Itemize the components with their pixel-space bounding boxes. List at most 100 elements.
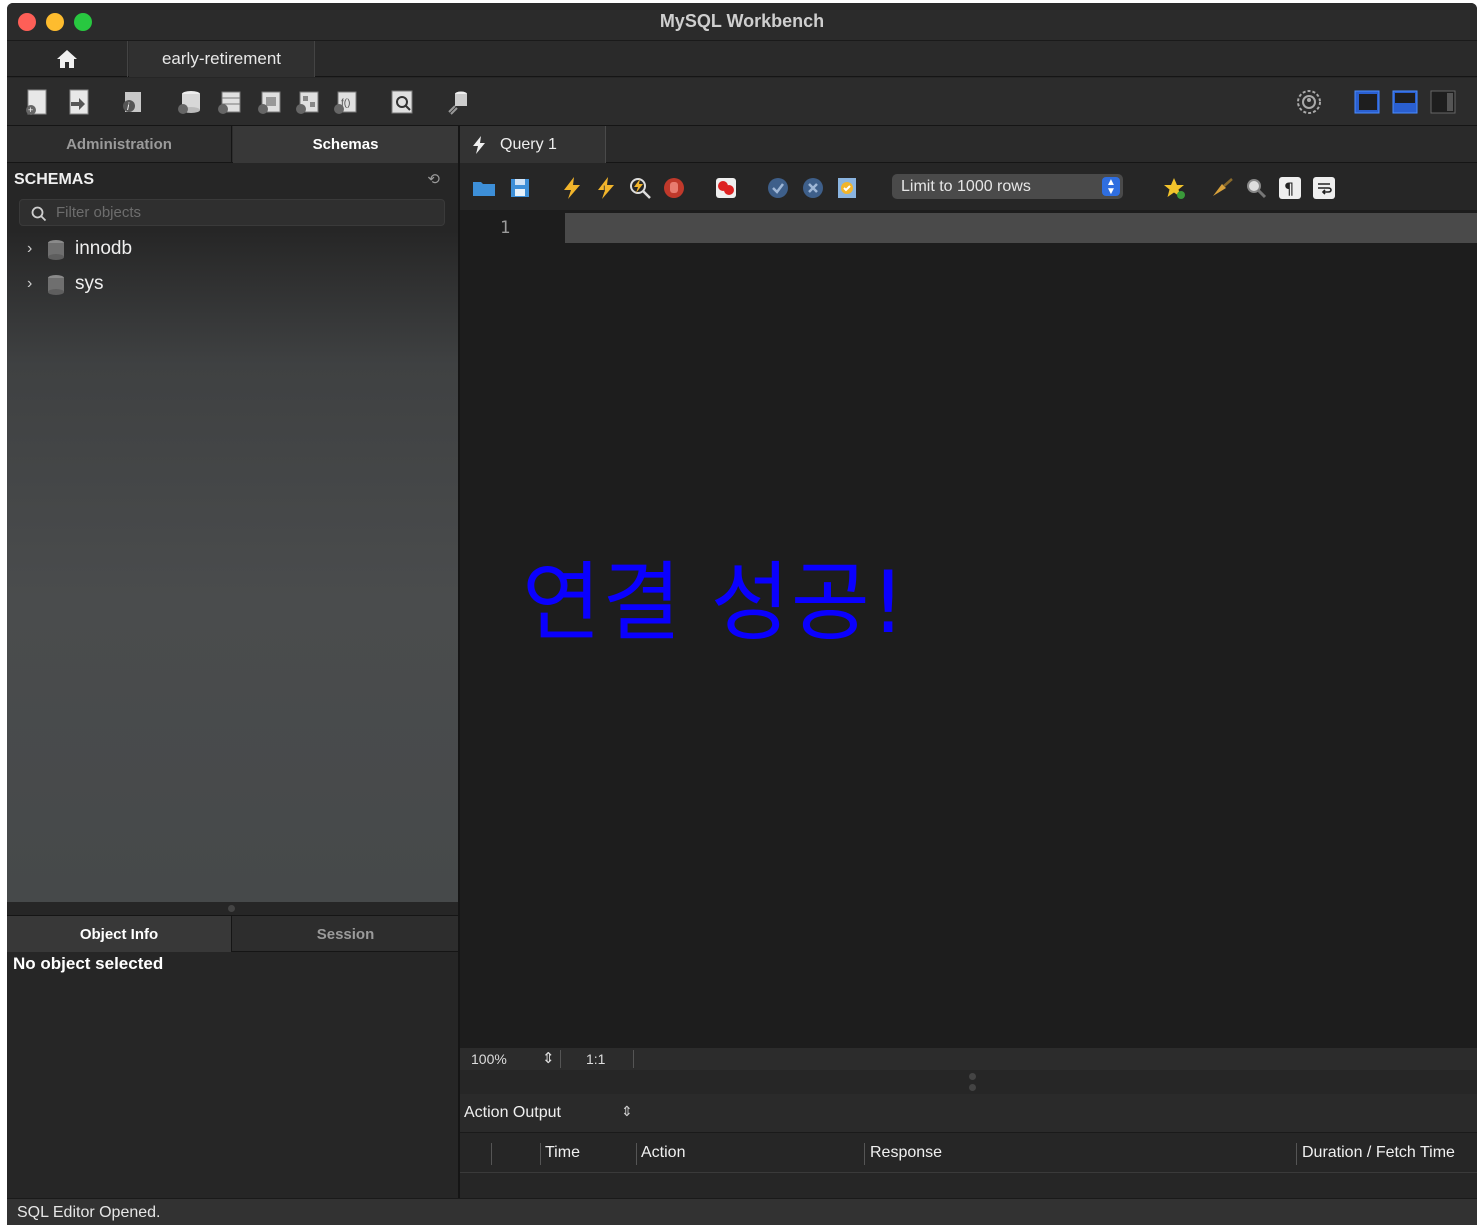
- title-bar: MySQL Workbench: [7, 3, 1477, 41]
- search-icon: [31, 206, 47, 222]
- commit-icon[interactable]: [766, 176, 790, 200]
- output-column-headers: Time Action Response Duration / Fetch Ti…: [460, 1132, 1477, 1173]
- column-header-time[interactable]: Time: [545, 1144, 580, 1162]
- splitter-handle[interactable]: [228, 905, 235, 912]
- create-schema-icon[interactable]: [175, 88, 203, 116]
- create-procedure-icon[interactable]: [293, 88, 321, 116]
- query-tab-label: Query 1: [500, 135, 557, 153]
- column-header-action[interactable]: Action: [641, 1144, 685, 1162]
- column-divider[interactable]: [636, 1143, 637, 1165]
- find-magnifier-icon[interactable]: [1244, 176, 1268, 200]
- create-table-icon[interactable]: [215, 88, 243, 116]
- splitter-handle[interactable]: [969, 1073, 976, 1080]
- database-icon: [48, 275, 64, 295]
- left-panel-splitter[interactable]: [7, 902, 458, 915]
- execute-current-statement-icon[interactable]: I: [594, 176, 618, 200]
- limit-rows-value: Limit to 1000 rows: [901, 178, 1031, 195]
- beautify-broom-icon[interactable]: [1210, 176, 1234, 200]
- column-divider[interactable]: [540, 1143, 541, 1165]
- tab-session[interactable]: Session: [233, 916, 458, 953]
- query-tab-bar: Query 1: [460, 126, 1477, 163]
- database-icon: [48, 240, 64, 260]
- invisible-characters-icon[interactable]: ¶: [1278, 176, 1302, 200]
- connection-success-overlay-text: 연결 성공!: [522, 553, 907, 653]
- new-sql-tab-icon[interactable]: +: [23, 88, 51, 116]
- home-icon: [57, 50, 77, 68]
- explain-icon[interactable]: [628, 176, 652, 200]
- preferences-gear-icon[interactable]: [1295, 88, 1323, 116]
- schema-tree: › innodb › sys: [7, 230, 458, 902]
- save-icon[interactable]: [508, 176, 532, 200]
- status-bar: SQL Editor Opened.: [7, 1198, 1477, 1225]
- connection-tab-early-retirement[interactable]: early-retirement: [129, 41, 315, 77]
- column-divider[interactable]: [1296, 1143, 1297, 1165]
- status-text: SQL Editor Opened.: [17, 1204, 161, 1221]
- lightning-icon: [473, 135, 485, 154]
- svg-text:¶: ¶: [1284, 179, 1294, 198]
- main-toolbar: + i f(): [7, 78, 1477, 126]
- column-divider[interactable]: [864, 1143, 865, 1165]
- editor-status-line: 100% ⇕ 1:1: [460, 1048, 1477, 1070]
- toggle-secondary-sidebar-icon[interactable]: [1429, 88, 1457, 116]
- schemas-title: SCHEMAS: [14, 171, 95, 188]
- tab-administration[interactable]: Administration: [7, 126, 232, 163]
- column-header-response[interactable]: Response: [870, 1144, 942, 1162]
- open-sql-script-icon[interactable]: [65, 88, 93, 116]
- rollback-icon[interactable]: [801, 176, 825, 200]
- add-snippet-star-icon[interactable]: [1162, 176, 1186, 200]
- filter-objects-input[interactable]: [56, 202, 436, 223]
- output-splitter[interactable]: [460, 1070, 1477, 1094]
- schema-item-sys[interactable]: › sys: [7, 269, 458, 299]
- divider: [633, 1050, 634, 1068]
- navigator-tabs: Administration Schemas: [7, 126, 458, 163]
- column-header-duration[interactable]: Duration / Fetch Time: [1302, 1144, 1455, 1162]
- home-tab[interactable]: [7, 41, 128, 77]
- tab-query-1[interactable]: Query 1: [460, 126, 606, 163]
- output-body: [460, 1173, 1477, 1198]
- window-title: MySQL Workbench: [659, 11, 825, 31]
- word-wrap-icon[interactable]: [1312, 176, 1336, 200]
- select-stepper-icon: ▲ ▼: [1102, 177, 1120, 197]
- toggle-stop-on-error-icon[interactable]: [714, 176, 738, 200]
- output-selector-stepper-icon[interactable]: ⇕: [621, 1103, 633, 1120]
- toggle-sidebar-icon[interactable]: [1353, 88, 1381, 116]
- create-view-icon[interactable]: [255, 88, 283, 116]
- chevron-right-icon[interactable]: ›: [27, 240, 32, 258]
- chevron-right-icon[interactable]: ›: [27, 275, 32, 293]
- svg-text:+: +: [28, 105, 33, 115]
- info-tabs: Object Info Session: [7, 915, 458, 953]
- create-function-icon[interactable]: f(): [331, 88, 359, 116]
- schema-label: innodb: [75, 238, 133, 259]
- inspector-icon[interactable]: i: [119, 88, 147, 116]
- column-divider[interactable]: [491, 1143, 492, 1165]
- limit-rows-select[interactable]: Limit to 1000 rows ▲ ▼: [892, 174, 1123, 199]
- tab-schemas[interactable]: Schemas: [233, 126, 458, 163]
- reconnect-icon[interactable]: [445, 88, 473, 116]
- zoom-level[interactable]: 100%: [471, 1051, 507, 1067]
- schema-label: sys: [75, 273, 104, 294]
- mysql-workbench-window: MySQL Workbench early-retirement + i f()…: [7, 3, 1477, 1225]
- object-info-panel: No object selected: [7, 952, 458, 1198]
- object-info-text: No object selected: [13, 954, 164, 973]
- toggle-output-panel-icon[interactable]: [1391, 88, 1419, 116]
- zoom-stepper-icon[interactable]: ⇕: [542, 1049, 555, 1067]
- cursor-position: 1:1: [586, 1051, 606, 1067]
- open-folder-icon[interactable]: [472, 176, 496, 200]
- current-line-highlight: [565, 213, 1477, 243]
- refresh-icon[interactable]: ⟲: [427, 170, 440, 188]
- svg-text:I: I: [603, 184, 606, 194]
- query-toolbar: I Limit to 1000 rows ▲ ▼ ¶: [460, 164, 1477, 210]
- line-number: 1: [500, 218, 511, 238]
- splitter-handle[interactable]: [969, 1084, 976, 1091]
- tab-object-info[interactable]: Object Info: [7, 916, 232, 953]
- schemas-header: SCHEMAS ⟲: [7, 164, 458, 196]
- search-table-data-icon[interactable]: [388, 88, 416, 116]
- schema-item-innodb[interactable]: › innodb: [7, 234, 458, 264]
- stop-icon[interactable]: [662, 176, 686, 200]
- output-selector[interactable]: Action Output: [464, 1104, 561, 1122]
- execute-icon[interactable]: [560, 176, 584, 200]
- output-header: Action Output ⇕: [460, 1094, 1477, 1132]
- autocommit-toggle-icon[interactable]: [835, 176, 859, 200]
- sql-editor[interactable]: 1 연결 성공!: [460, 210, 1477, 1048]
- filter-objects-field[interactable]: [19, 199, 445, 226]
